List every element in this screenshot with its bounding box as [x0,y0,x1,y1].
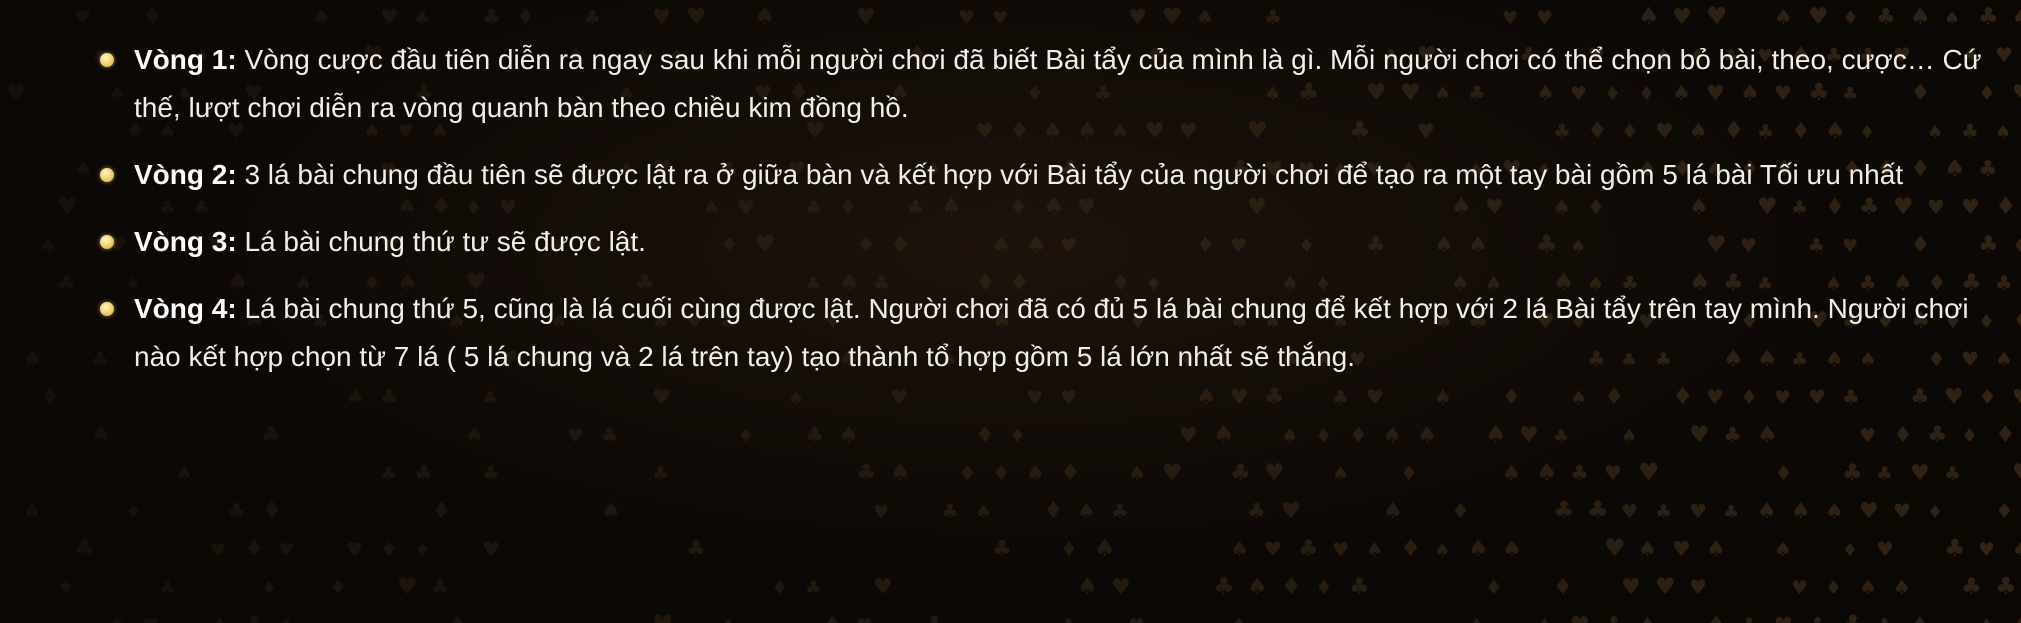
round-text: Lá bài chung thứ 5, cũng là lá cuối cùng… [134,293,1969,372]
list-item-round-1: Vòng 1: Vòng cược đầu tiên diễn ra ngay … [100,36,2000,132]
round-text: Lá bài chung thứ tư sẽ được lật. [236,226,646,257]
round-text: 3 lá bài chung đầu tiên sẽ được lật ra ở… [236,159,1904,190]
round-label: Vòng 2: [134,159,237,190]
round-label: Vòng 1: [134,44,237,75]
round-label: Vòng 4: [134,293,237,324]
round-label: Vòng 3: [134,226,237,257]
round-bullet-icon [100,168,114,182]
round-bullet-icon [100,53,114,67]
rounds-list: Vòng 1: Vòng cược đầu tiên diễn ra ngay … [100,36,2000,381]
list-item-round-2: Vòng 2: 3 lá bài chung đầu tiên sẽ được … [100,151,2000,199]
rounds-content: Vòng 1: Vòng cược đầu tiên diễn ra ngay … [100,36,2000,400]
list-item-round-4: Vòng 4: Lá bài chung thứ 5, cũng là lá c… [100,285,2000,381]
round-bullet-icon [100,302,114,316]
list-item-round-3: Vòng 3: Lá bài chung thứ tư sẽ được lật. [100,218,2000,266]
round-text: Vòng cược đầu tiên diễn ra ngay sau khi … [134,44,1982,123]
round-bullet-icon [100,235,114,249]
